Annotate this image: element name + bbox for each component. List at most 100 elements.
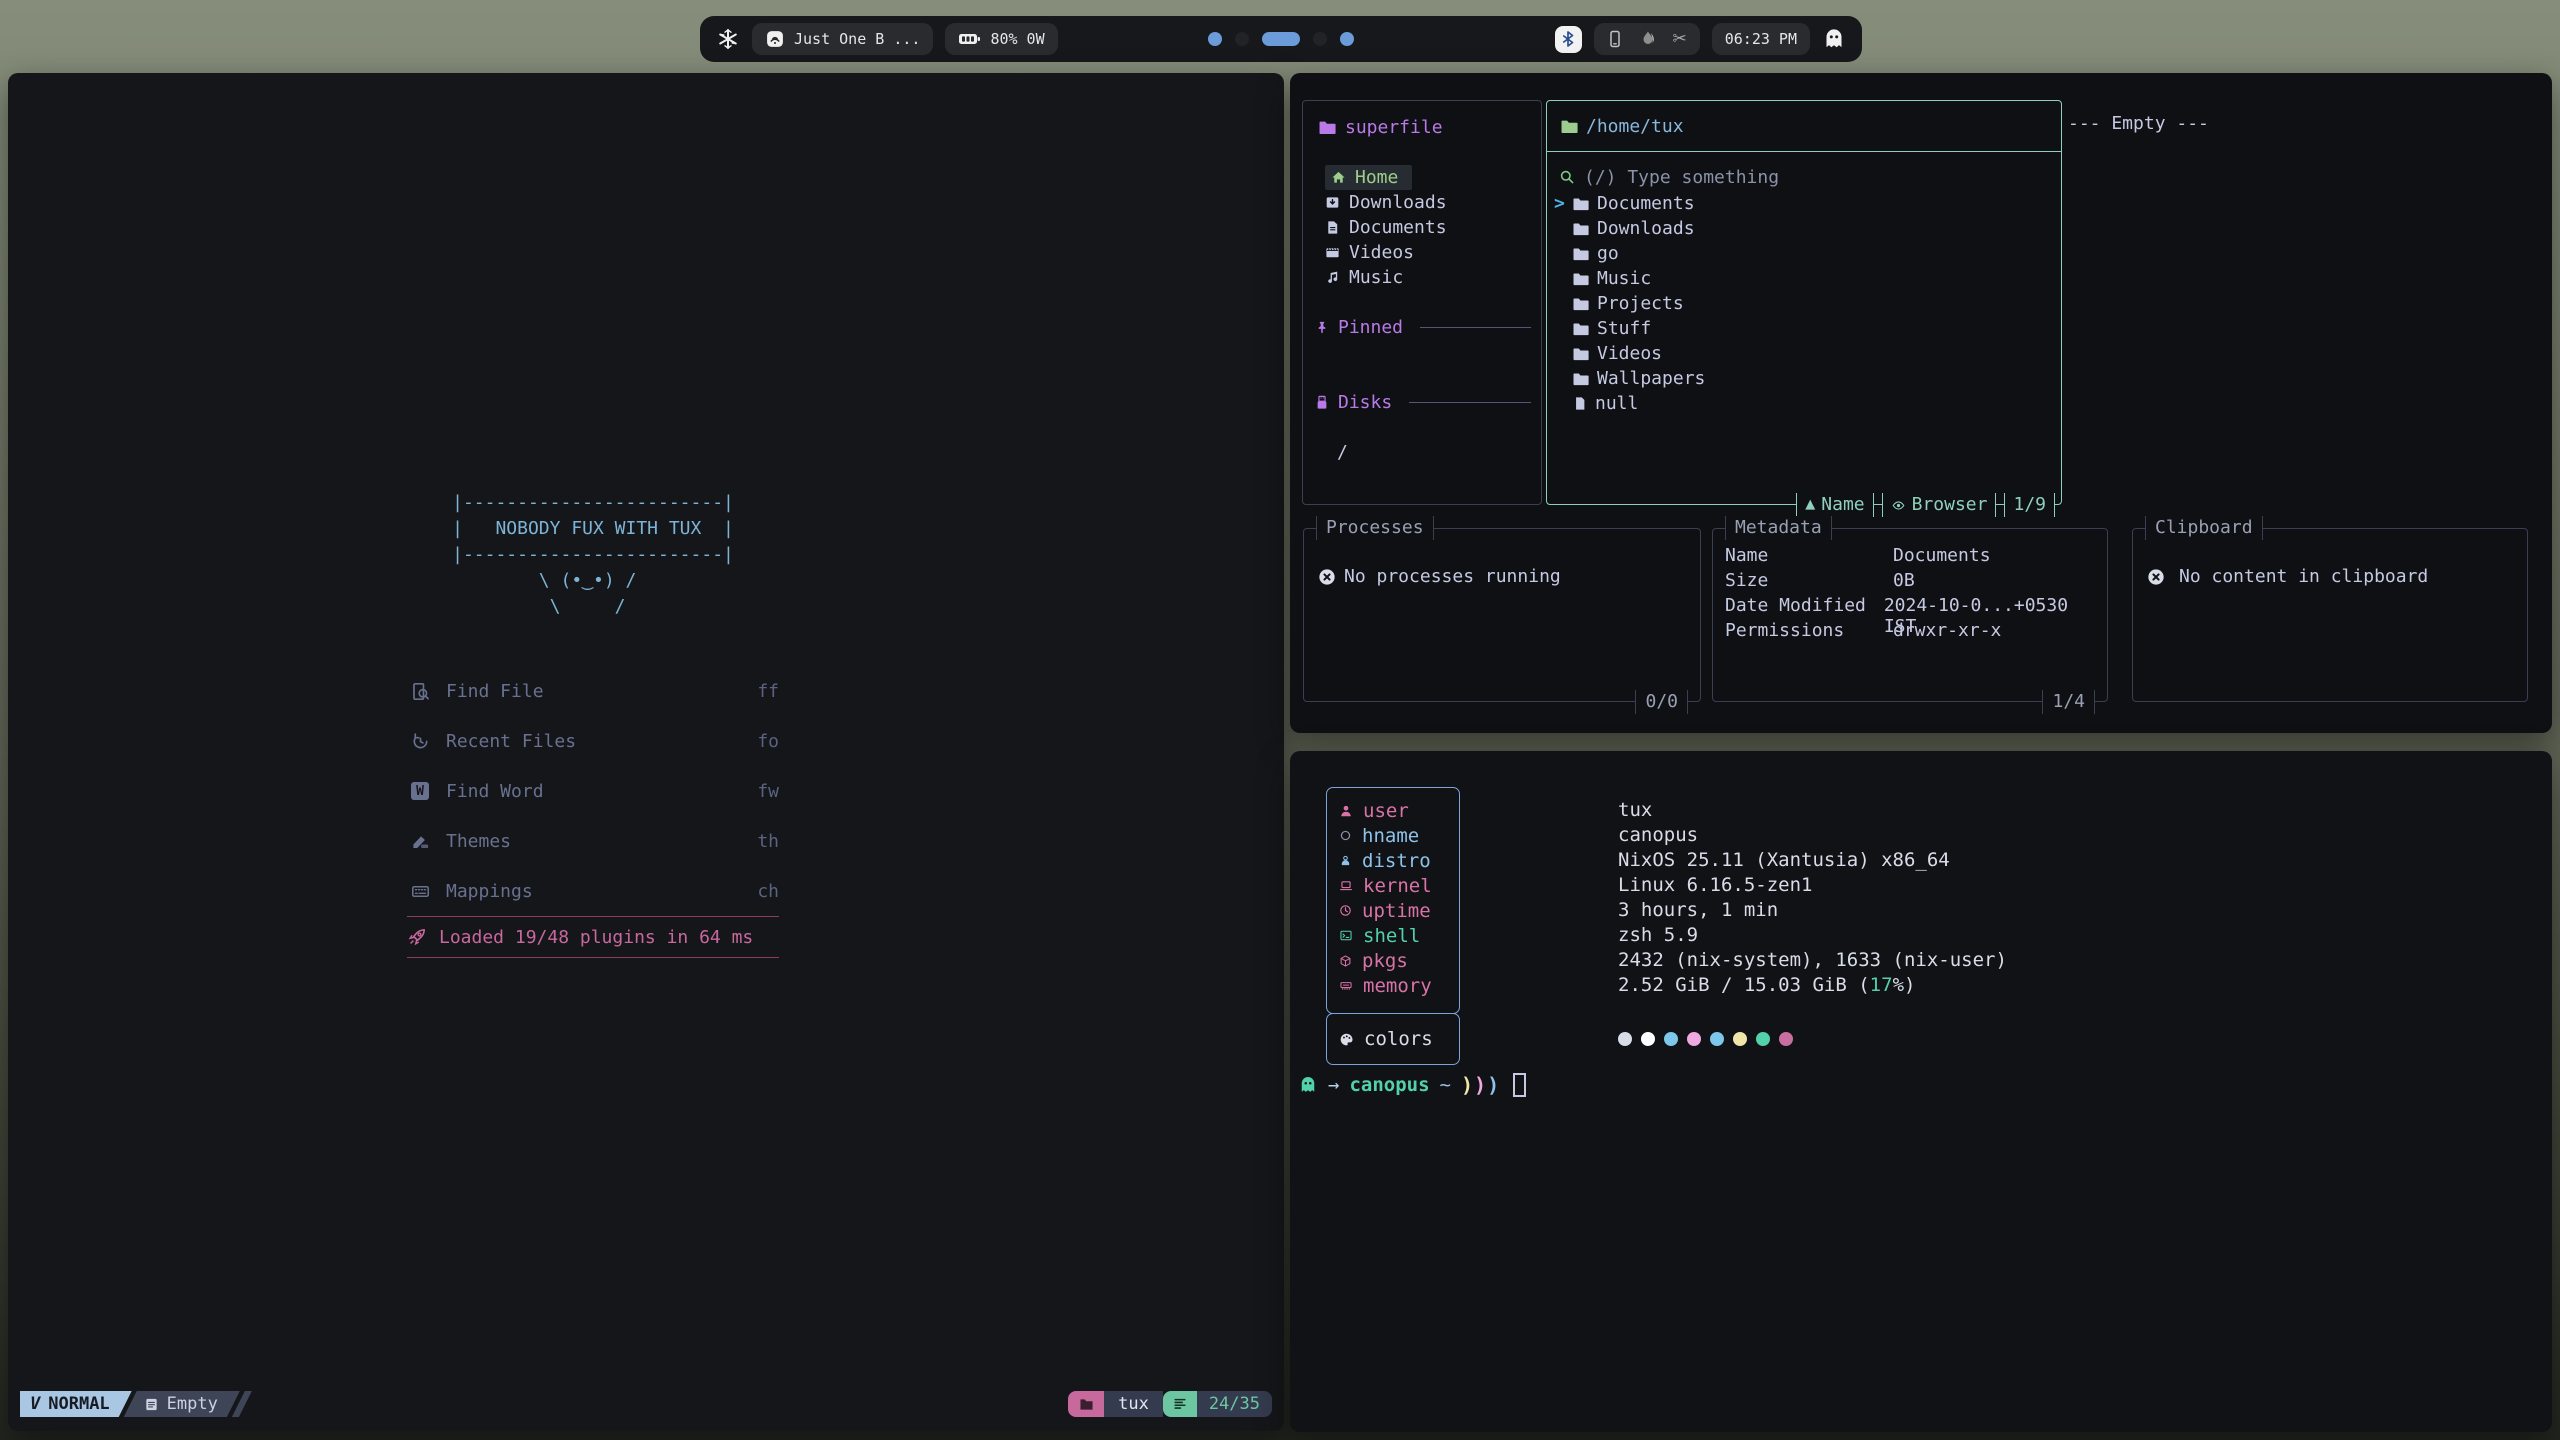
clock-widget[interactable]: 06:23 PM — [1712, 23, 1810, 55]
file-row[interactable]: Stuff — [1547, 316, 2061, 341]
fetch-row-memory: memory — [1327, 973, 1459, 998]
circle-icon — [1339, 829, 1352, 842]
workspace-dot-occupied[interactable] — [1340, 32, 1354, 46]
media-title: Just One B ... — [794, 30, 920, 48]
metadata-row: Permissions drwxr-xr-x — [1725, 620, 2099, 645]
bluetooth-icon[interactable] — [1555, 26, 1582, 53]
sidebar-item-music[interactable]: Music — [1325, 265, 1403, 290]
search-placeholder: (/) Type something — [1584, 167, 1779, 188]
media-widget[interactable]: Just One B ... — [752, 23, 933, 55]
terminal-icon — [1339, 929, 1353, 942]
text-cursor[interactable] — [1513, 1073, 1526, 1097]
file-row[interactable]: Videos — [1547, 341, 2061, 366]
menu-item-themes[interactable]: Themes th — [407, 816, 779, 866]
file-row[interactable]: Wallpapers — [1547, 366, 2061, 391]
cursor-chevron-icon: > — [1554, 193, 1565, 214]
clipboard-message: No content in clipboard — [2179, 566, 2428, 587]
menu-item-recent-files[interactable]: Recent Files fo — [407, 716, 779, 766]
nvim-statusline: V NORMAL Empty tux 24 — [20, 1391, 1272, 1417]
workspace-dot-empty[interactable] — [1313, 32, 1327, 46]
terminal-window: user hname distro kernel uptime shell — [1290, 751, 2552, 1432]
find-file-icon — [407, 682, 433, 701]
file-row[interactable]: Music — [1547, 266, 2061, 291]
workspace-dot-occupied[interactable] — [1208, 32, 1222, 46]
palette-color-dot — [1733, 1032, 1747, 1046]
shell-prompt[interactable]: → canopus ~ ) ) ) — [1298, 1071, 1526, 1099]
sidebar-section-pinned: Pinned — [1315, 315, 1531, 340]
sidebar-disk-root[interactable]: / — [1337, 440, 1348, 465]
cwd-segment-icon — [1068, 1391, 1104, 1417]
menu-item-label: Find File — [446, 681, 544, 702]
divider — [407, 957, 779, 958]
menu-item-mappings[interactable]: Mappings ch — [407, 866, 779, 916]
dashboard-ascii-art: |------------------------| | NOBODY FUX … — [452, 490, 734, 620]
prompt-cwd: ~ — [1440, 1074, 1451, 1096]
filename-label: Empty — [167, 1394, 218, 1414]
file-row-selected[interactable]: > Documents — [1547, 191, 2061, 216]
current-path: /home/tux — [1586, 116, 1684, 137]
sidebar-item-videos[interactable]: Videos — [1325, 240, 1414, 265]
menu-item-find-word[interactable]: W Find Word fw — [407, 766, 779, 816]
workspace-dot-empty[interactable] — [1235, 32, 1249, 46]
ghost-icon[interactable] — [1822, 27, 1846, 51]
menu-item-find-file[interactable]: Find File ff — [407, 666, 779, 716]
usb-disk-icon — [1315, 395, 1329, 410]
sort-mode[interactable]: ▲ Name — [1796, 493, 1873, 517]
main-panel-footer: ▲ Name Browser 1/9 — [1796, 493, 2055, 517]
fetch-row-distro: distro — [1327, 848, 1459, 873]
folder-icon — [1573, 222, 1589, 236]
phone-icon[interactable] — [1607, 30, 1623, 48]
fetch-row-kernel: kernel — [1327, 873, 1459, 898]
menu-item-label: Mappings — [446, 881, 533, 902]
processes-panel[interactable]: Processes No processes running 0/0 — [1303, 528, 1701, 702]
metadata-row: Size 0B — [1725, 570, 2099, 595]
workspace-dot-active[interactable] — [1262, 32, 1300, 46]
nvim-dashboard: |------------------------| | NOBODY FUX … — [407, 490, 779, 958]
workspace-indicator — [1208, 32, 1354, 46]
folder-icon — [1561, 119, 1578, 134]
sidebar-item-documents[interactable]: Documents — [1325, 215, 1447, 240]
file-row[interactable]: Downloads — [1547, 216, 2061, 241]
statusline-filename[interactable]: Empty — [124, 1391, 240, 1417]
scissors-icon[interactable]: ✂ — [1673, 29, 1687, 49]
file-row[interactable]: Projects — [1547, 291, 2061, 316]
snowflake-icon — [1339, 854, 1352, 868]
statusline-mode[interactable]: V NORMAL — [20, 1391, 132, 1417]
fetch-row-uptime: uptime — [1327, 898, 1459, 923]
fetch-value: 2432 (nix-system), 1633 (nix-user) — [1618, 947, 2007, 972]
view-mode[interactable]: Browser — [1882, 493, 1997, 517]
file-list: > Documents Downloads go Music — [1547, 191, 2061, 416]
topbar-left: Just One B ... 80% 0W — [716, 23, 1058, 55]
path-bar[interactable]: /home/tux — [1547, 101, 2061, 152]
palette-color-dot — [1618, 1032, 1632, 1046]
superfile-sidebar: superfile Home Downloads Documents — [1302, 100, 1542, 505]
fetch-value: tux — [1618, 797, 2007, 822]
scroll-position[interactable]: 24/35 — [1197, 1391, 1272, 1417]
sidebar-item-downloads[interactable]: Downloads — [1325, 190, 1447, 215]
folder-icon — [1573, 347, 1589, 361]
mode-label: NORMAL — [48, 1394, 109, 1414]
fetch-value: canopus — [1618, 822, 2007, 847]
clipboard-panel[interactable]: Clipboard No content in clipboard — [2132, 528, 2528, 702]
position-segment-icon — [1163, 1391, 1197, 1417]
fetch-row-user: user — [1327, 798, 1459, 823]
sidebar-item-home[interactable]: Home — [1325, 165, 1412, 190]
nixos-logo-icon[interactable] — [716, 27, 740, 51]
cwd-label[interactable]: tux — [1104, 1391, 1163, 1417]
file-row[interactable]: go — [1547, 241, 2061, 266]
menu-item-shortcut: fw — [757, 781, 779, 802]
search-icon — [1559, 169, 1575, 185]
folder-icon — [1573, 322, 1589, 336]
battery-widget[interactable]: 80% 0W — [945, 23, 1057, 55]
app-title: superfile — [1319, 117, 1443, 138]
sort-asc-icon: ▲ — [1805, 493, 1815, 517]
terminal-palette-dots — [1618, 1032, 1793, 1046]
superfile-window: superfile Home Downloads Documents — [1290, 73, 2552, 733]
menu-item-shortcut: th — [757, 831, 779, 852]
menu-item-label: Themes — [446, 831, 511, 852]
file-row[interactable]: null — [1547, 391, 2061, 416]
folder-icon — [1319, 120, 1336, 135]
rocket-icon — [407, 927, 427, 947]
flame-icon[interactable] — [1640, 30, 1656, 48]
metadata-panel[interactable]: Metadata Name Documents Size 0B Date Mod… — [1712, 528, 2108, 702]
